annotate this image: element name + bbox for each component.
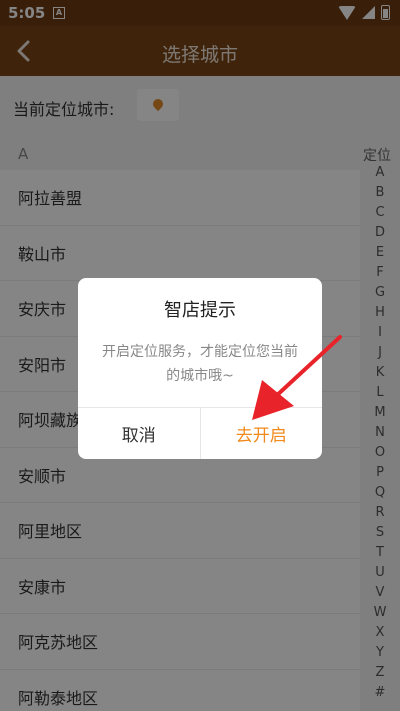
dialog-button-row: 取消 去开启 [78,407,322,459]
enable-location-button[interactable]: 去开启 [201,408,323,459]
dialog-message: 开启定位服务，才能定位您当前的城市哦~ [102,344,298,384]
dialog-title: 智店提示 [164,300,236,321]
cancel-button[interactable]: 取消 [78,408,201,459]
location-permission-dialog: 智店提示 开启定位服务，才能定位您当前的城市哦~ 取消 去开启 [78,278,322,459]
